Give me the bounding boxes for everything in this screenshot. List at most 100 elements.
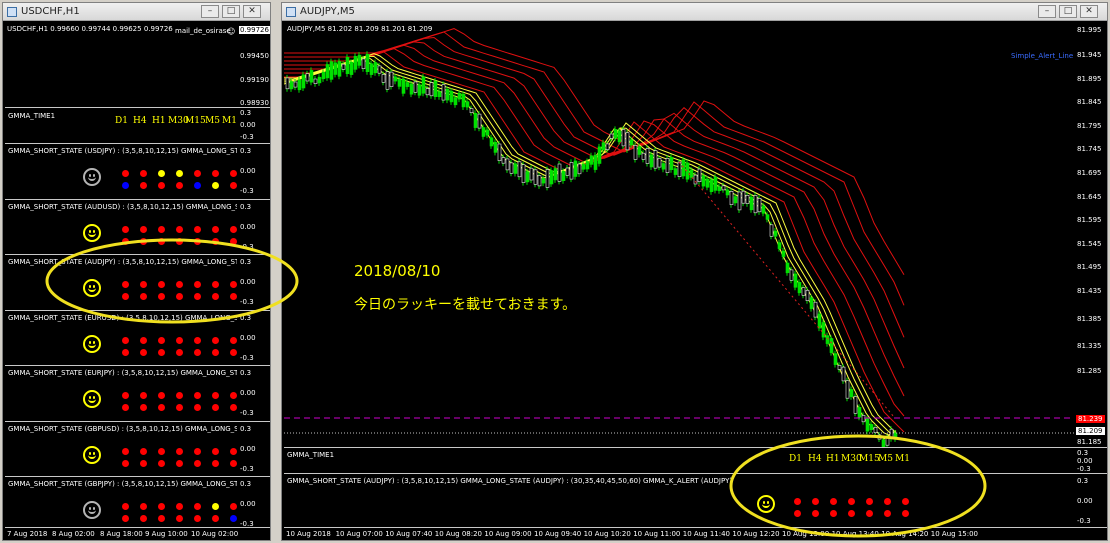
state-dot	[229, 237, 237, 245]
pane-title: GMMA_TIME1	[8, 112, 56, 120]
candle-up	[625, 132, 630, 151]
maximize-button[interactable]: □	[1059, 5, 1077, 18]
minimize-button[interactable]: –	[201, 5, 219, 18]
frame-d1: D1	[115, 116, 128, 126]
axis-tick: 0.00	[1077, 497, 1093, 505]
candle-down	[701, 175, 706, 187]
candle-down	[717, 186, 722, 191]
gmma-long-line	[284, 36, 905, 338]
smiley-icon	[83, 445, 101, 464]
smiley-icon	[83, 279, 101, 297]
candle-up	[741, 190, 746, 204]
pane-title: GMMA_SHORT_STATE (EURUSD) : (3,5,8,10,12…	[8, 313, 237, 322]
trend-line[interactable]	[678, 161, 895, 418]
axis-tick: -0.3	[1077, 465, 1091, 473]
state-dot	[211, 293, 219, 300]
axis-tick: 0.00	[240, 121, 256, 129]
frame-h4: H4	[808, 454, 822, 464]
candle-up	[313, 78, 318, 84]
minimize-button[interactable]: –	[1038, 5, 1056, 18]
candle-down	[629, 139, 634, 146]
close-button[interactable]: ✕	[1080, 5, 1098, 18]
gmma-state-pane: GMMA_SHORT_STATE (USDJPY) : (3,5,8,10,12…	[5, 143, 237, 199]
state-dot	[865, 498, 873, 505]
main-chart-pane[interactable]: USDCHF,H1 0.99660 0.99744 0.99625 0.9972…	[5, 22, 237, 107]
close-button[interactable]: ✕	[243, 5, 261, 18]
state-dot	[157, 225, 165, 233]
audjpy-window[interactable]: AUDJPY,M5 – □ ✕ AUDJPY,M5 81.202 81.209 …	[281, 2, 1108, 541]
candle-up	[533, 169, 538, 185]
gmma-short-line	[284, 55, 897, 434]
candle-down	[325, 64, 330, 79]
candle-down	[337, 61, 342, 77]
state-dot	[193, 459, 201, 467]
pane-title: GMMA_SHORT_STATE (AUDJPY) : (3,5,8,10,12…	[8, 258, 237, 266]
state-dot	[193, 281, 201, 288]
state-dot	[793, 510, 801, 517]
gmma-time-pane: GMMA_TIME1 D1 H4 H1 M30 M15 M5 M1	[284, 447, 1074, 473]
state-pane-axis: 0.3 0.00 -0.3	[237, 365, 270, 421]
state-dot	[157, 281, 165, 288]
state-dot	[211, 348, 219, 356]
time-tick: 10 Aug 07:00	[335, 530, 383, 538]
candle-down	[829, 338, 834, 353]
state-dot	[157, 237, 165, 245]
state-dot	[229, 336, 237, 344]
pane-title: GMMA_SHORT_STATE (AUDJPY) : (3,5,8,10,12…	[287, 477, 733, 485]
smiley-icon: ☺	[227, 27, 236, 36]
candle-down	[601, 142, 606, 151]
candle-down	[329, 61, 334, 80]
candle-up	[565, 167, 570, 176]
candle-up	[657, 158, 662, 168]
axis-tick: 0.3	[240, 202, 252, 211]
usdchf-titlebar[interactable]: USDCHF,H1 – □ ✕	[3, 3, 270, 21]
axis-tick: -0.3	[240, 298, 254, 306]
smiley-icon	[83, 501, 101, 519]
usdchf-window[interactable]: USDCHF,H1 – □ ✕ USDCHF,H1 0.99660 0.9974…	[2, 2, 271, 541]
candle-down	[397, 79, 402, 87]
state-pane-axis: 0.3 0.00 -0.3	[237, 309, 270, 365]
state-dot	[139, 515, 147, 522]
candle-down	[405, 82, 410, 87]
time-tick: 7 Aug 2018	[7, 530, 48, 538]
window-title: USDCHF,H1	[21, 6, 80, 17]
state-dot	[211, 281, 219, 288]
chart-window-icon	[286, 7, 296, 17]
main-chart-pane[interactable]: AUDJPY,M5 81.202 81.209 81.201 81.209 Si…	[284, 22, 1074, 447]
candle-up	[557, 163, 562, 182]
state-dot	[121, 281, 129, 288]
audjpy-titlebar[interactable]: AUDJPY,M5 – □ ✕	[282, 3, 1107, 21]
time-tick: 10 Aug 11:40	[682, 530, 730, 538]
candle-up	[789, 269, 794, 281]
candle-down	[409, 83, 414, 95]
gmma-state-pane: GMMA_SHORT_STATE (GBPJPY) : (3,5,8,10,12…	[5, 476, 237, 532]
axis-tick: 0.3	[1077, 477, 1089, 485]
candle-down	[581, 163, 586, 170]
pane-title: GMMA_SHORT_STATE (GBPUSD) : (3,5,8,10,12…	[8, 424, 237, 433]
state-dot	[211, 182, 219, 189]
state-dot	[157, 182, 165, 189]
state-dot	[175, 348, 183, 356]
candle-down	[549, 170, 554, 185]
state-dot	[139, 293, 147, 300]
candle-down	[437, 91, 442, 97]
state-dot	[121, 348, 129, 356]
axis-tick: -0.3	[240, 242, 254, 251]
state-dot	[139, 281, 147, 288]
state-dot	[229, 515, 237, 522]
candle-down	[857, 407, 862, 418]
maximize-button[interactable]: □	[222, 5, 240, 18]
candle-up	[517, 161, 522, 178]
state-dot	[139, 225, 147, 233]
candle-down	[445, 88, 450, 101]
state-dot	[157, 503, 165, 510]
price-tick: 81.185	[1077, 438, 1102, 446]
frame-m15: M15	[185, 116, 206, 126]
time-axis: 7 Aug 2018 8 Aug 02:00 8 Aug 18:00 9 Aug…	[5, 527, 270, 540]
candle-down	[597, 146, 602, 164]
state-dot	[229, 459, 237, 467]
candle-up	[469, 108, 474, 113]
state-dot	[229, 404, 237, 411]
axis-tick: 0.00	[240, 167, 256, 175]
state-dot	[121, 404, 129, 411]
